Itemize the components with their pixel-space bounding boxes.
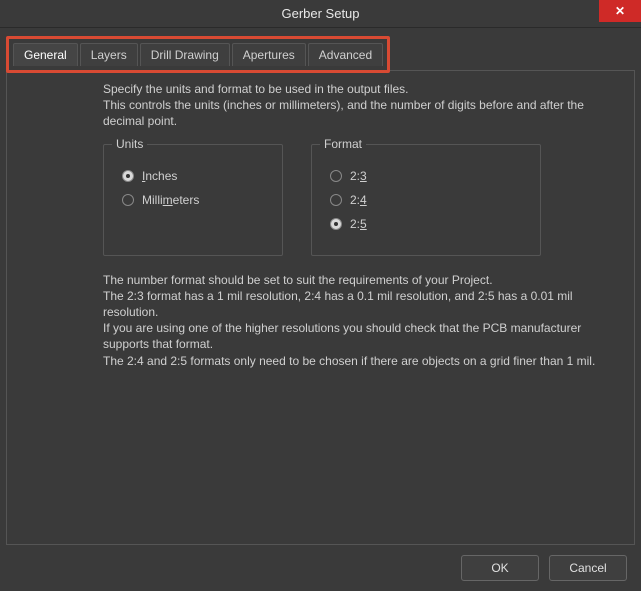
dialog-buttons: OK Cancel (6, 545, 635, 585)
notes-line3: If you are using one of the higher resol… (103, 320, 620, 352)
cancel-button[interactable]: Cancel (549, 555, 627, 581)
tab-content: Specify the units and format to be used … (6, 70, 635, 545)
close-icon: ✕ (615, 4, 625, 18)
radio-dot-icon (122, 170, 134, 182)
tab-general[interactable]: General (13, 43, 78, 66)
units-millimeters-label: Millimeters (142, 193, 199, 207)
format-23-label: 2:3 (350, 169, 367, 183)
notes-text: The number format should be set to suit … (103, 272, 620, 369)
units-legend: Units (112, 137, 147, 151)
intro-line2: This controls the units (inches or milli… (103, 97, 620, 129)
format-group: Format 2:3 2:4 2:5 (311, 144, 541, 256)
ok-button[interactable]: OK (461, 555, 539, 581)
units-radio-millimeters[interactable]: Millimeters (122, 193, 268, 207)
tab-drill-drawing[interactable]: Drill Drawing (140, 43, 230, 66)
radio-dot-icon (330, 170, 342, 182)
intro-line1: Specify the units and format to be used … (103, 81, 620, 97)
close-button[interactable]: ✕ (599, 0, 641, 22)
tab-row-highlight: General Layers Drill Drawing Apertures A… (6, 36, 390, 73)
notes-line1: The number format should be set to suit … (103, 272, 620, 288)
units-group: Units Inches Millimeters (103, 144, 283, 256)
radio-dot-icon (330, 194, 342, 206)
notes-line4: The 2:4 and 2:5 formats only need to be … (103, 353, 620, 369)
tab-apertures[interactable]: Apertures (232, 43, 306, 66)
tab-layers[interactable]: Layers (80, 43, 138, 66)
units-inches-label: Inches (142, 169, 177, 183)
intro-text: Specify the units and format to be used … (103, 81, 620, 130)
format-25-label: 2:5 (350, 217, 367, 231)
window-title: Gerber Setup (281, 6, 359, 21)
format-radio-24[interactable]: 2:4 (330, 193, 526, 207)
format-legend: Format (320, 137, 366, 151)
radio-dot-icon (122, 194, 134, 206)
notes-line2: The 2:3 format has a 1 mil resolution, 2… (103, 288, 620, 320)
window-body: General Layers Drill Drawing Apertures A… (0, 28, 641, 591)
format-radio-25[interactable]: 2:5 (330, 217, 526, 231)
radio-dot-icon (330, 218, 342, 230)
units-radio-inches[interactable]: Inches (122, 169, 268, 183)
format-24-label: 2:4 (350, 193, 367, 207)
title-bar: Gerber Setup ✕ (0, 0, 641, 28)
format-radio-23[interactable]: 2:3 (330, 169, 526, 183)
option-panels: Units Inches Millimeters Format 2:3 (103, 144, 620, 256)
tab-advanced[interactable]: Advanced (308, 43, 383, 66)
